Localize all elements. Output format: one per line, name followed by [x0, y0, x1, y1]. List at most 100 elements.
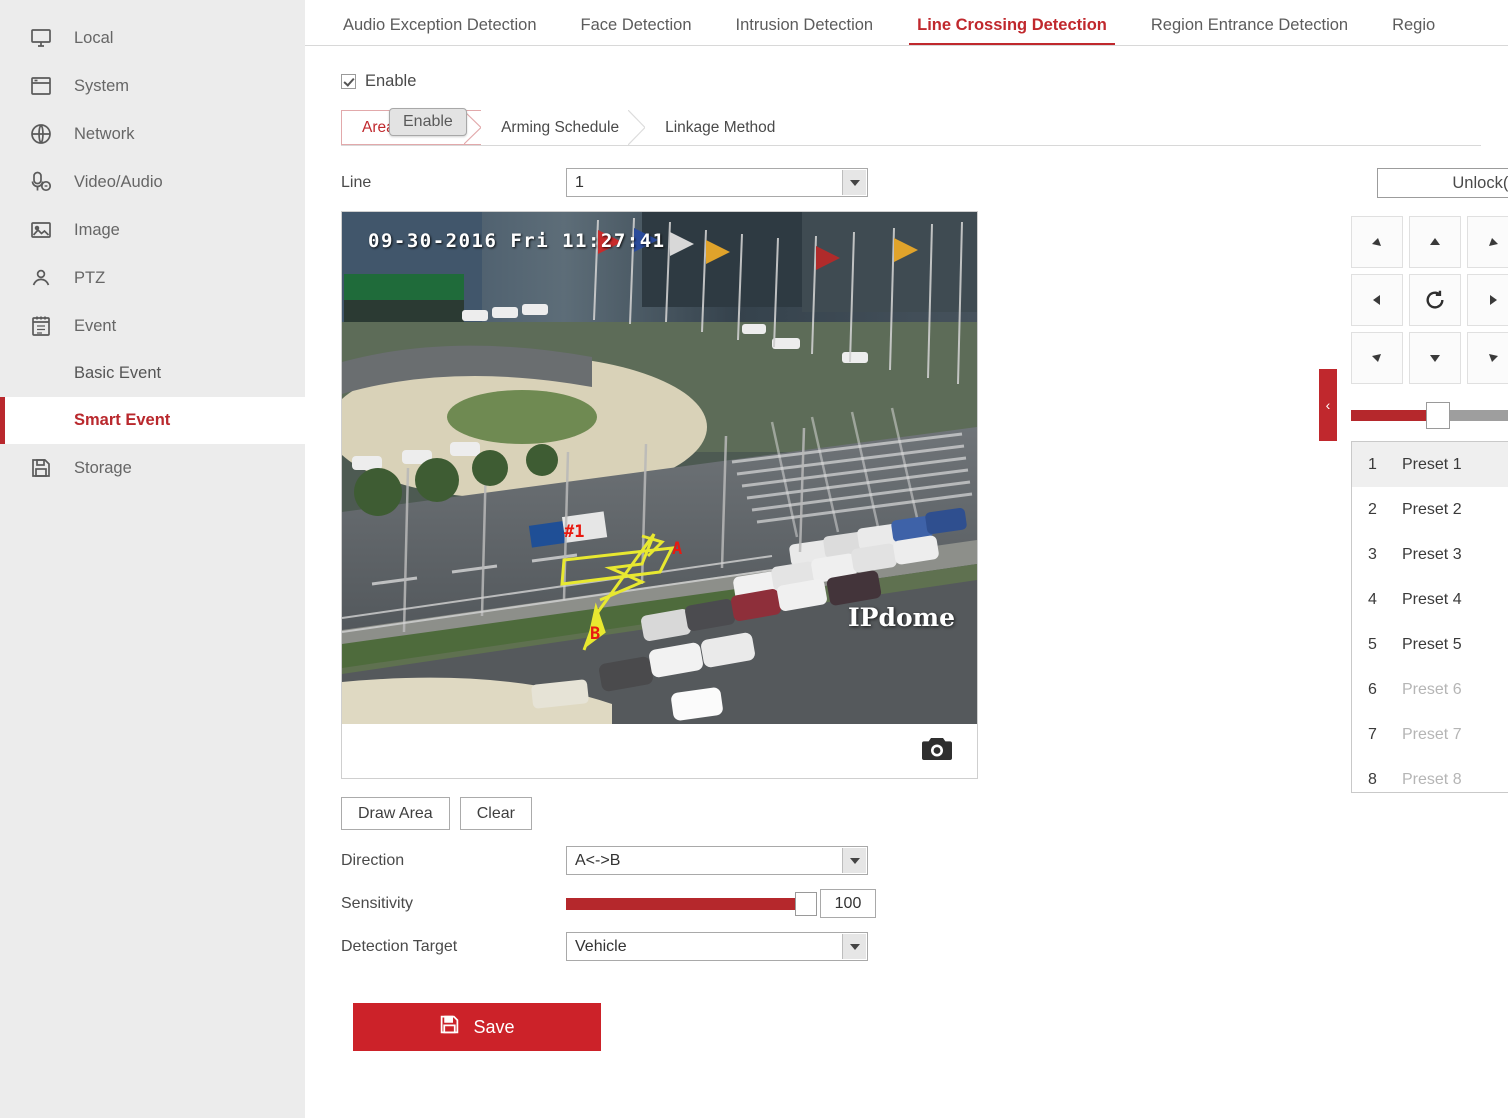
sidebar-item-smart-event[interactable]: Smart Event — [0, 397, 305, 444]
detection-target-select[interactable]: Vehicle — [566, 932, 868, 961]
list-item[interactable]: 4 Preset 4 — [1352, 577, 1508, 622]
chevron-down-icon[interactable] — [842, 934, 866, 959]
list-item[interactable]: 3 Preset 3 — [1352, 532, 1508, 577]
sidebar-subitem-label: Smart Event — [74, 411, 171, 429]
draw-buttons-row: Draw Area Clear — [341, 797, 1508, 830]
tab-label: Region Entrance Detection — [1150, 16, 1349, 34]
direction-select[interactable]: A<->B — [566, 846, 868, 875]
camera-watermark: IPdome — [847, 603, 955, 632]
pan-right-icon[interactable] — [1467, 274, 1508, 326]
pan-up-icon[interactable] — [1409, 216, 1461, 268]
camera-icon[interactable] — [921, 736, 953, 767]
sidebar-item-storage[interactable]: Storage — [0, 444, 305, 492]
detection-line-overlay — [560, 533, 675, 651]
sensitivity-slider-knob[interactable] — [795, 891, 817, 916]
sensitivity-slider[interactable] — [566, 891, 817, 916]
preset-index: 8 — [1368, 770, 1377, 788]
tab-line-crossing-detection[interactable]: Line Crossing Detection — [895, 15, 1129, 45]
tab-region-exiting-detection[interactable]: Regio — [1370, 15, 1457, 45]
preset-index: 4 — [1368, 590, 1377, 608]
direction-select-value: A<->B — [575, 851, 621, 869]
list-item[interactable]: 8 Preset 8 — [1352, 757, 1508, 792]
sidebar-item-image[interactable]: Image — [0, 206, 305, 254]
subtab-label: Arming Schedule — [501, 118, 620, 136]
enable-checkbox[interactable] — [341, 73, 356, 89]
sensitivity-control: 100 — [566, 889, 876, 918]
sidebar-item-video-audio[interactable]: Video/Audio — [0, 158, 305, 206]
tab-intrusion-detection[interactable]: Intrusion Detection — [714, 15, 896, 45]
monitor-icon — [28, 25, 54, 51]
window-icon — [28, 73, 54, 99]
detection-tabbar: Audio Exception Detection Face Detection… — [305, 0, 1508, 46]
tab-label: Face Detection — [580, 16, 692, 34]
person-icon — [28, 265, 54, 291]
preset-index: 5 — [1368, 635, 1377, 653]
picture-icon — [28, 217, 54, 243]
preset-index: 1 — [1368, 455, 1377, 473]
pan-down-left-icon[interactable] — [1351, 332, 1403, 384]
ptz-speed-slider[interactable] — [1351, 402, 1508, 429]
video-preview[interactable]: 09-30-2016 Fri 11:27:41 IPdome #1 A B — [342, 212, 977, 724]
tab-region-entrance-detection[interactable]: Region Entrance Detection — [1129, 15, 1370, 45]
video-audio-icon — [28, 169, 54, 195]
sidebar-item-basic-event[interactable]: Basic Event — [0, 350, 305, 397]
sidebar-item-label: PTZ — [74, 268, 106, 287]
tab-label: Line Crossing Detection — [917, 16, 1107, 34]
detection-target-row: Detection Target Vehicle — [341, 932, 1508, 961]
calendar-icon — [28, 313, 54, 339]
preset-name: Preset 1 — [1402, 455, 1462, 473]
list-item[interactable]: 5 Preset 5 — [1352, 622, 1508, 667]
pan-up-left-icon[interactable] — [1351, 216, 1403, 268]
list-item[interactable]: 6 Preset 6 — [1352, 667, 1508, 712]
line-crossing-panel: Enable Area Settings Arming Schedule Lin — [305, 46, 1508, 1051]
preset-index: 2 — [1368, 500, 1377, 518]
ptz-control-panel: Unlock(174s) — [1319, 168, 1508, 793]
line-row: Line 1 — [341, 168, 1508, 197]
subtab-linkage-method[interactable]: Linkage Method — [645, 110, 802, 145]
save-disk-icon — [28, 455, 54, 481]
save-button[interactable]: Save — [353, 1003, 601, 1051]
live-preview-panel: 09-30-2016 Fri 11:27:41 IPdome #1 A B — [341, 211, 978, 779]
line-label: Line — [341, 173, 372, 191]
subtab-arming-schedule[interactable]: Arming Schedule — [481, 110, 646, 145]
preset-name: Preset 2 — [1402, 500, 1462, 518]
sensitivity-label: Sensitivity — [341, 894, 414, 912]
pan-down-right-icon[interactable] — [1467, 332, 1508, 384]
ptz-direction-pad — [1351, 216, 1508, 384]
tab-audio-exception-detection[interactable]: Audio Exception Detection — [321, 15, 559, 45]
sensitivity-value[interactable]: 100 — [820, 889, 876, 918]
ptz-collapse-handle[interactable]: ‹ — [1319, 369, 1337, 441]
list-item[interactable]: 2 Preset 2 — [1352, 487, 1508, 532]
list-item[interactable]: 1 Preset 1 — [1352, 442, 1508, 487]
osd-timestamp: 09-30-2016 Fri 11:27:41 — [368, 230, 666, 252]
tab-label: Regio — [1392, 16, 1436, 34]
pan-up-right-icon[interactable] — [1467, 216, 1508, 268]
ptz-speed-knob[interactable] — [1426, 402, 1451, 429]
preset-name: Preset 3 — [1402, 545, 1462, 563]
sidebar-item-ptz[interactable]: PTZ — [0, 254, 305, 302]
draw-area-button[interactable]: Draw Area — [341, 797, 450, 830]
line-select-value: 1 — [575, 173, 584, 191]
list-item[interactable]: 7 Preset 7 — [1352, 712, 1508, 757]
sidebar-subitem-label: Basic Event — [74, 364, 162, 382]
clear-button[interactable]: Clear — [459, 797, 532, 830]
sidebar-item-event[interactable]: Event — [0, 302, 305, 350]
preset-index: 3 — [1368, 545, 1377, 563]
tab-face-detection[interactable]: Face Detection — [559, 15, 714, 45]
chevron-down-icon[interactable] — [842, 848, 866, 873]
direction-label-b: B — [590, 624, 601, 644]
pan-down-icon[interactable] — [1409, 332, 1461, 384]
detection-line-number: #1 — [564, 522, 585, 542]
unlock-button[interactable]: Unlock(174s) — [1377, 168, 1508, 198]
ptz-speed-row: 4 — [1351, 402, 1508, 429]
auto-scan-icon[interactable] — [1409, 274, 1461, 326]
chevron-down-icon[interactable] — [842, 170, 866, 195]
pan-left-icon[interactable] — [1351, 274, 1403, 326]
sidebar-item-system[interactable]: System — [0, 62, 305, 110]
line-select[interactable]: 1 — [566, 168, 868, 197]
ptz-pads — [1351, 216, 1508, 384]
tab-label: Intrusion Detection — [735, 16, 874, 34]
sidebar-item-local[interactable]: Local — [0, 14, 305, 62]
sidebar-item-network[interactable]: Network — [0, 110, 305, 158]
settings-subtabs: Area Settings Arming Schedule Linkage Me… — [341, 108, 1481, 146]
